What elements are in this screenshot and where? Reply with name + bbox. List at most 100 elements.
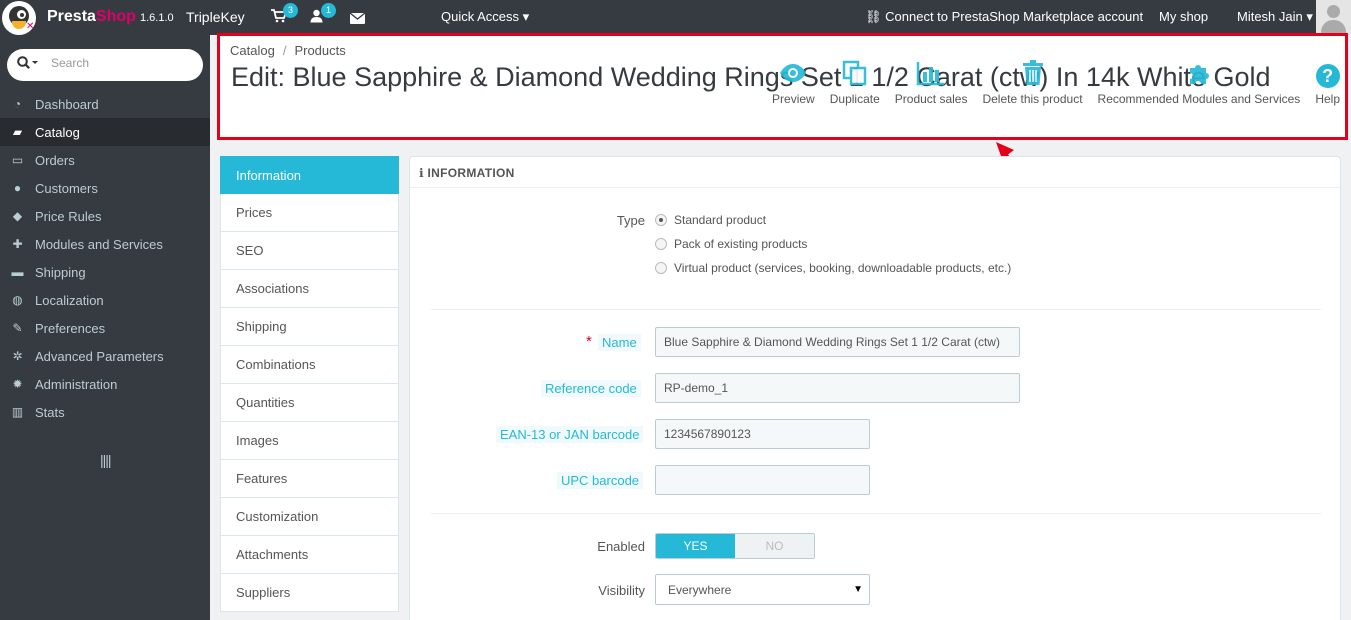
tab-shipping[interactable]: Shipping: [220, 308, 399, 346]
help-icon: ?: [1315, 64, 1340, 88]
type-label: Type: [616, 213, 645, 228]
visibility-select[interactable]: Everywhere ▼: [655, 574, 870, 605]
type-pack-option[interactable]: Pack of existing products: [655, 237, 807, 251]
my-shop-link[interactable]: My shop: [1159, 9, 1208, 24]
divider: [431, 309, 1321, 310]
tab-images[interactable]: Images: [220, 422, 399, 460]
info-icon: ℹ: [419, 166, 424, 180]
tab-customization[interactable]: Customization: [220, 498, 399, 536]
upc-label: UPC barcode: [557, 472, 644, 489]
shop-name[interactable]: TripleKey: [186, 9, 245, 25]
dashboard-icon: ◔: [13, 97, 22, 111]
search-icon[interactable]: [17, 56, 39, 73]
sidebar-item-shipping[interactable]: ▬ Shipping: [0, 258, 210, 286]
globe-icon: ◍: [12, 293, 23, 307]
search-input[interactable]: [51, 56, 191, 70]
puzzle-icon: ✚: [12, 237, 23, 251]
enabled-yes-option[interactable]: YES: [656, 534, 735, 558]
breadcrumb-catalog[interactable]: Catalog: [230, 43, 275, 58]
wrench-icon: ✎: [12, 321, 23, 335]
radio[interactable]: [655, 238, 667, 250]
breadcrumb: Catalog / Products: [230, 43, 346, 58]
sidebar-item-price-rules[interactable]: ◆ Price Rules: [0, 202, 210, 230]
orders-badge: 3: [283, 3, 298, 18]
copy-icon: [842, 60, 868, 92]
tab-seo[interactable]: SEO: [220, 232, 399, 270]
link-icon: ⛓: [865, 9, 882, 24]
sidebar-nav: ◔ Dashboard ▰ Catalog ▭ Orders ● Customers ◆…: [0, 90, 210, 426]
search-box: [7, 49, 203, 81]
radio-checked[interactable]: [655, 214, 667, 226]
required-asterisk: *: [586, 333, 592, 350]
eye-icon: [779, 60, 807, 92]
credit-card-icon: ▭: [11, 153, 24, 167]
tab-associations[interactable]: Associations: [220, 270, 399, 308]
tab-suppliers[interactable]: Suppliers: [220, 574, 399, 612]
preview-button[interactable]: Preview: [772, 60, 815, 106]
name-input[interactable]: Blue Sapphire & Diamond Wedding Rings Se…: [655, 327, 1020, 357]
ean-label: EAN-13 or JAN barcode: [496, 426, 644, 443]
product-sales-button[interactable]: Product sales: [895, 60, 967, 106]
brand-name[interactable]: PrestaShop: [47, 8, 136, 26]
tab-features[interactable]: Features: [220, 460, 399, 498]
help-button[interactable]: ? Help: [1315, 60, 1340, 106]
cogs-icon: ✲: [12, 349, 23, 363]
upc-input[interactable]: [655, 465, 870, 495]
caret-down-icon: ▼: [853, 584, 863, 595]
panel-heading: ℹ INFORMATION: [410, 157, 1340, 188]
sidebar-item-advanced-parameters[interactable]: ✲ Advanced Parameters: [0, 342, 210, 370]
reference-code-label: Reference code: [541, 380, 641, 397]
enabled-label: Enabled: [597, 539, 645, 554]
tab-prices[interactable]: Prices: [220, 194, 399, 232]
users-icon: ●: [13, 181, 22, 195]
sidebar-item-orders[interactable]: ▭ Orders: [0, 146, 210, 174]
trash-icon: [1022, 60, 1044, 92]
quick-access-dropdown[interactable]: Quick Access ▾: [441, 9, 529, 25]
sidebar-item-administration[interactable]: ✹ Administration: [0, 370, 210, 398]
sidebar-item-localization[interactable]: ◍ Localization: [0, 286, 210, 314]
book-icon: ▰: [12, 125, 23, 139]
duplicate-button[interactable]: Duplicate: [830, 60, 880, 106]
puzzle-icon: [1186, 60, 1212, 92]
avatar[interactable]: [1316, 0, 1351, 35]
radio[interactable]: [655, 262, 667, 274]
type-standard-option[interactable]: Standard product: [655, 213, 766, 227]
name-label: Name: [598, 334, 641, 351]
envelope-icon[interactable]: [349, 11, 366, 27]
sidebar-item-stats[interactable]: ▥ Stats: [0, 398, 210, 426]
tab-quantities[interactable]: Quantities: [220, 384, 399, 422]
sidebar-item-preferences[interactable]: ✎ Preferences: [0, 314, 210, 342]
sidebar-item-modules[interactable]: ✚ Modules and Services: [0, 230, 210, 258]
bar-chart-icon: ▥: [11, 405, 24, 419]
recommended-modules-button[interactable]: Recommended Modules and Services: [1098, 60, 1300, 106]
page-header-highlight: Catalog / Products Edit: Blue Sapphire & D…: [217, 33, 1348, 140]
collapse-sidebar-icon[interactable]: ||||: [100, 452, 112, 468]
type-virtual-option[interactable]: Virtual product (services, booking, down…: [655, 261, 1011, 275]
delete-product-button[interactable]: Delete this product: [982, 60, 1083, 106]
prestashop-logo[interactable]: ✕: [0, 0, 36, 35]
cog-icon: ✹: [12, 377, 23, 391]
sidebar-item-customers[interactable]: ● Customers: [0, 174, 210, 202]
customers-badge: 1: [321, 3, 336, 18]
marketplace-connect-link[interactable]: ⛓ Connect to PrestaShop Marketplace acco…: [865, 9, 1143, 25]
logo-x-mark: ✕: [26, 21, 35, 32]
sidebar-item-dashboard[interactable]: ◔ Dashboard: [0, 90, 210, 118]
tab-combinations[interactable]: Combinations: [220, 346, 399, 384]
enabled-toggle: YES NO: [655, 533, 815, 559]
divider: [431, 513, 1321, 514]
reference-code-input[interactable]: RP-demo_1: [655, 373, 1020, 403]
top-navbar: ✕ PrestaShop 1.6.1.0 TripleKey 3 1 Quick…: [0, 0, 1351, 35]
sidebar-item-catalog[interactable]: ▰ Catalog: [0, 118, 210, 146]
chart-icon: [916, 60, 946, 92]
visibility-label: Visibility: [598, 583, 645, 598]
sidebar: ◔Dashboard ▰Catalog ▭Orders ●Customers ◆…: [0, 35, 210, 620]
ean-input[interactable]: 1234567890123: [655, 419, 870, 449]
tab-attachments[interactable]: Attachments: [220, 536, 399, 574]
information-panel: ℹ INFORMATION Type Standard product Pack…: [409, 156, 1341, 620]
user-menu[interactable]: Mitesh Jain ▾: [1237, 9, 1313, 25]
page-toolbar: Preview Duplicate Product sales Delete t…: [757, 60, 1340, 106]
breadcrumb-products[interactable]: Products: [294, 43, 345, 58]
version-label: 1.6.1.0: [140, 12, 174, 24]
tab-information[interactable]: Information: [220, 156, 399, 194]
enabled-no-option[interactable]: NO: [735, 534, 814, 558]
